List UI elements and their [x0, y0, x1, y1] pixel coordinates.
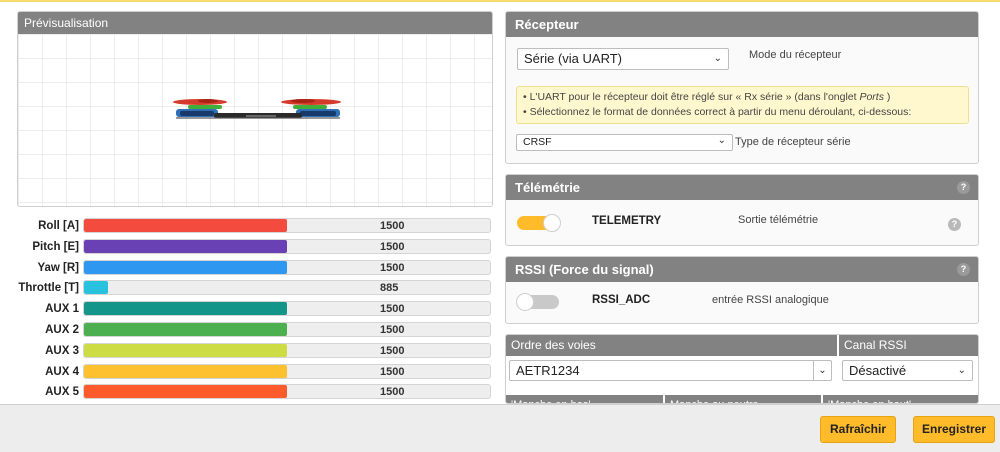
- save-button[interactable]: Enregistrer: [913, 416, 995, 443]
- channel-value: 1500: [380, 220, 405, 232]
- rssi-channel-select[interactable]: Désactivé ⌄: [842, 360, 973, 381]
- channel-bar-fill: [84, 281, 108, 295]
- preview-canvas[interactable]: [18, 34, 492, 206]
- channel-bar: 1500: [83, 301, 491, 317]
- channel-label: Throttle [T]: [18, 282, 79, 295]
- receiver-title: Récepteur: [506, 12, 978, 37]
- channel-order-value: AETR1234: [516, 363, 580, 378]
- channel-bar: 1500: [83, 342, 491, 358]
- help-icon[interactable]: ?: [948, 218, 961, 231]
- channel-label: AUX 4: [45, 365, 79, 378]
- chevron-down-icon: ⌄: [713, 53, 722, 64]
- rssi-panel: RSSI (Force du signal) ? RSSI_ADC entrée…: [505, 256, 979, 324]
- channel-row: Pitch [E] 1500: [17, 238, 493, 255]
- channel-bar-fill: [84, 260, 287, 274]
- serial-receiver-value: CRSF: [523, 136, 552, 148]
- channel-row: Roll [A] 1500: [17, 218, 493, 234]
- telemetry-title: Télémétrie ?: [506, 175, 978, 200]
- telemetry-description: Sortie télémétrie: [738, 214, 819, 226]
- channel-label: AUX 1: [45, 303, 79, 316]
- channel-label: Yaw [R]: [37, 261, 79, 274]
- rssi-description: entrée RSSI analogique: [712, 294, 829, 306]
- rssi-channel-value: Désactivé: [849, 363, 907, 378]
- quad-model-image: [173, 99, 341, 119]
- rssi-toggle[interactable]: [516, 293, 559, 311]
- channel-bar: 1500: [83, 238, 491, 254]
- channel-value: 1500: [380, 240, 405, 253]
- receiver-mode-value: Série (via UART): [524, 51, 623, 66]
- receiver-note-line2: • Sélectionnez le format de données corr…: [523, 106, 912, 118]
- receiver-panel: Récepteur Série (via UART) ⌄ Mode du réc…: [505, 11, 979, 164]
- rssi-title: RSSI (Force du signal) ?: [506, 257, 978, 282]
- channel-bar-fill: [84, 219, 287, 232]
- receiver-note-line1: • L'UART pour le récepteur doit être rég…: [523, 91, 891, 103]
- channel-row: AUX 5 1500: [17, 384, 493, 400]
- serial-receiver-label: Type de récepteur série: [735, 136, 851, 148]
- channel-bar-fill: [84, 385, 287, 399]
- chevron-down-icon: ⌄: [813, 361, 831, 380]
- channel-bar: 1500: [83, 259, 491, 275]
- footer-bar: Rafraîchir Enregistrer: [0, 404, 1000, 452]
- channel-value: 1500: [380, 344, 405, 357]
- telemetry-panel: Télémétrie ? TELEMETRY Sortie télémétrie…: [505, 174, 979, 246]
- channel-bar-fill: [84, 364, 287, 378]
- preview-title: Prévisualisation: [18, 12, 492, 34]
- channel-value: 1500: [380, 261, 405, 274]
- preview-panel: Prévisualisation: [17, 11, 493, 207]
- channel-label: AUX 3: [45, 344, 79, 357]
- channel-value: 1500: [380, 324, 405, 336]
- channel-bar: 885: [83, 280, 491, 296]
- channel-row: AUX 3 1500: [17, 342, 493, 359]
- help-icon[interactable]: ?: [957, 263, 970, 276]
- channel-row: Throttle [T] 885: [17, 280, 493, 296]
- receiver-mode-label: Mode du récepteur: [749, 49, 842, 61]
- rssi-name: RSSI_ADC: [592, 294, 651, 306]
- receiver-note: • L'UART pour le récepteur doit être rég…: [516, 86, 969, 124]
- channel-bar: 1500: [83, 218, 491, 233]
- channel-value: 1500: [380, 365, 405, 378]
- channel-row: AUX 2 1500: [17, 322, 493, 338]
- channel-map-table: Ordre des voies Canal RSSI AETR1234 ⌄ Dé…: [505, 334, 979, 404]
- channel-row: Yaw [R] 1500: [17, 259, 493, 276]
- channel-label: AUX 5: [45, 386, 79, 399]
- refresh-button[interactable]: Rafraîchir: [820, 416, 896, 443]
- channel-bar-fill: [84, 302, 287, 316]
- serial-receiver-select[interactable]: CRSF ⌄: [516, 134, 733, 151]
- receiver-mode-select[interactable]: Série (via UART) ⌄: [517, 48, 729, 70]
- chevron-down-icon: ⌄: [957, 365, 966, 376]
- rssi-channel-title: Canal RSSI: [838, 335, 978, 356]
- channel-value: 1500: [380, 303, 405, 316]
- stick-low-header: 'Manche en bas': [506, 395, 663, 403]
- channel-bar: 1500: [83, 363, 491, 379]
- channel-bar-fill: [84, 343, 287, 357]
- chevron-down-icon: ⌄: [717, 135, 726, 146]
- channel-bar: 1500: [83, 384, 491, 400]
- top-accent-line: [0, 0, 1000, 2]
- channel-label: Roll [A]: [38, 220, 79, 232]
- telemetry-name: TELEMETRY: [592, 215, 662, 227]
- channel-bar-fill: [84, 239, 287, 253]
- channel-value: 1500: [380, 386, 405, 399]
- channel-row: AUX 1 1500: [17, 301, 493, 317]
- channel-label: Pitch [E]: [32, 240, 79, 253]
- channel-order-title: Ordre des voies: [506, 335, 837, 356]
- stick-high-header: 'Manche en haut': [822, 395, 978, 403]
- channel-value: 885: [380, 282, 399, 295]
- channel-bar-fill: [84, 323, 287, 336]
- stick-center-header: Manche au neutre: [664, 395, 821, 403]
- channel-order-select[interactable]: AETR1234 ⌄: [509, 360, 832, 381]
- channel-bar: 1500: [83, 322, 491, 337]
- channel-label: AUX 2: [45, 324, 79, 336]
- telemetry-toggle[interactable]: [517, 214, 561, 232]
- help-icon[interactable]: ?: [957, 181, 970, 194]
- channel-row: AUX 4 1500: [17, 363, 493, 380]
